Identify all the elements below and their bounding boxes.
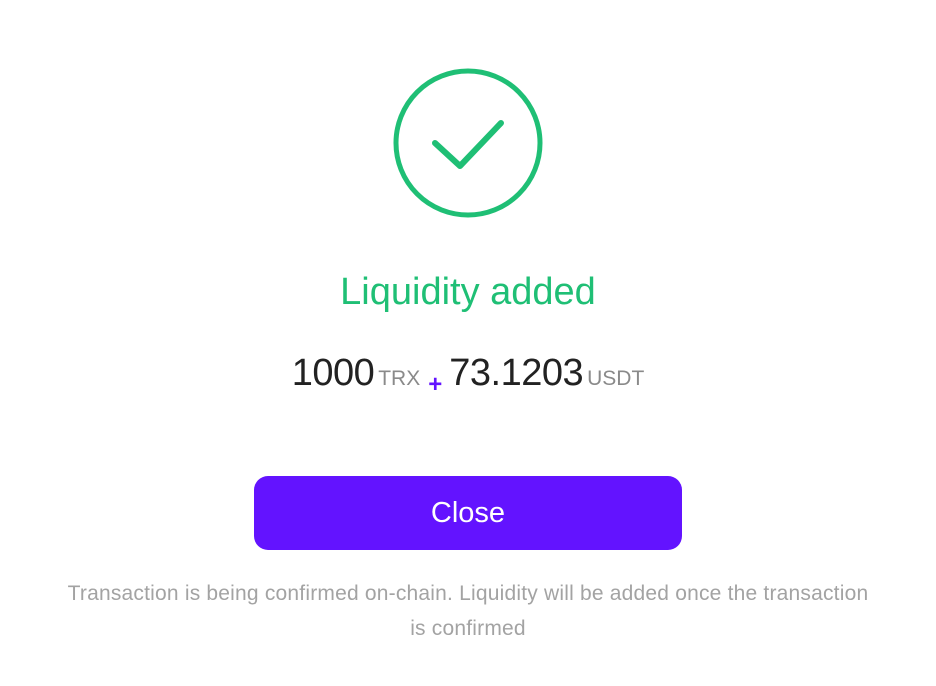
first-amount-unit: TRX — [378, 367, 421, 390]
liquidity-success-dialog: Liquidity added 1000 TRX +73.1203 USDT Clos… — [0, 0, 936, 686]
second-amount-value: 73.1203 — [449, 352, 584, 394]
first-amount-value: 1000 — [291, 352, 375, 394]
check-circle-icon — [393, 68, 543, 218]
close-button[interactable]: Close — [254, 476, 682, 550]
plus-icon: + — [428, 371, 443, 398]
confirmation-note: Transaction is being confirmed on-chain.… — [67, 582, 869, 640]
liquidity-amounts: 1000 TRX +73.1203 USDT — [0, 347, 936, 407]
second-amount-unit: USDT — [587, 367, 645, 390]
success-title: Liquidity added — [340, 271, 596, 313]
